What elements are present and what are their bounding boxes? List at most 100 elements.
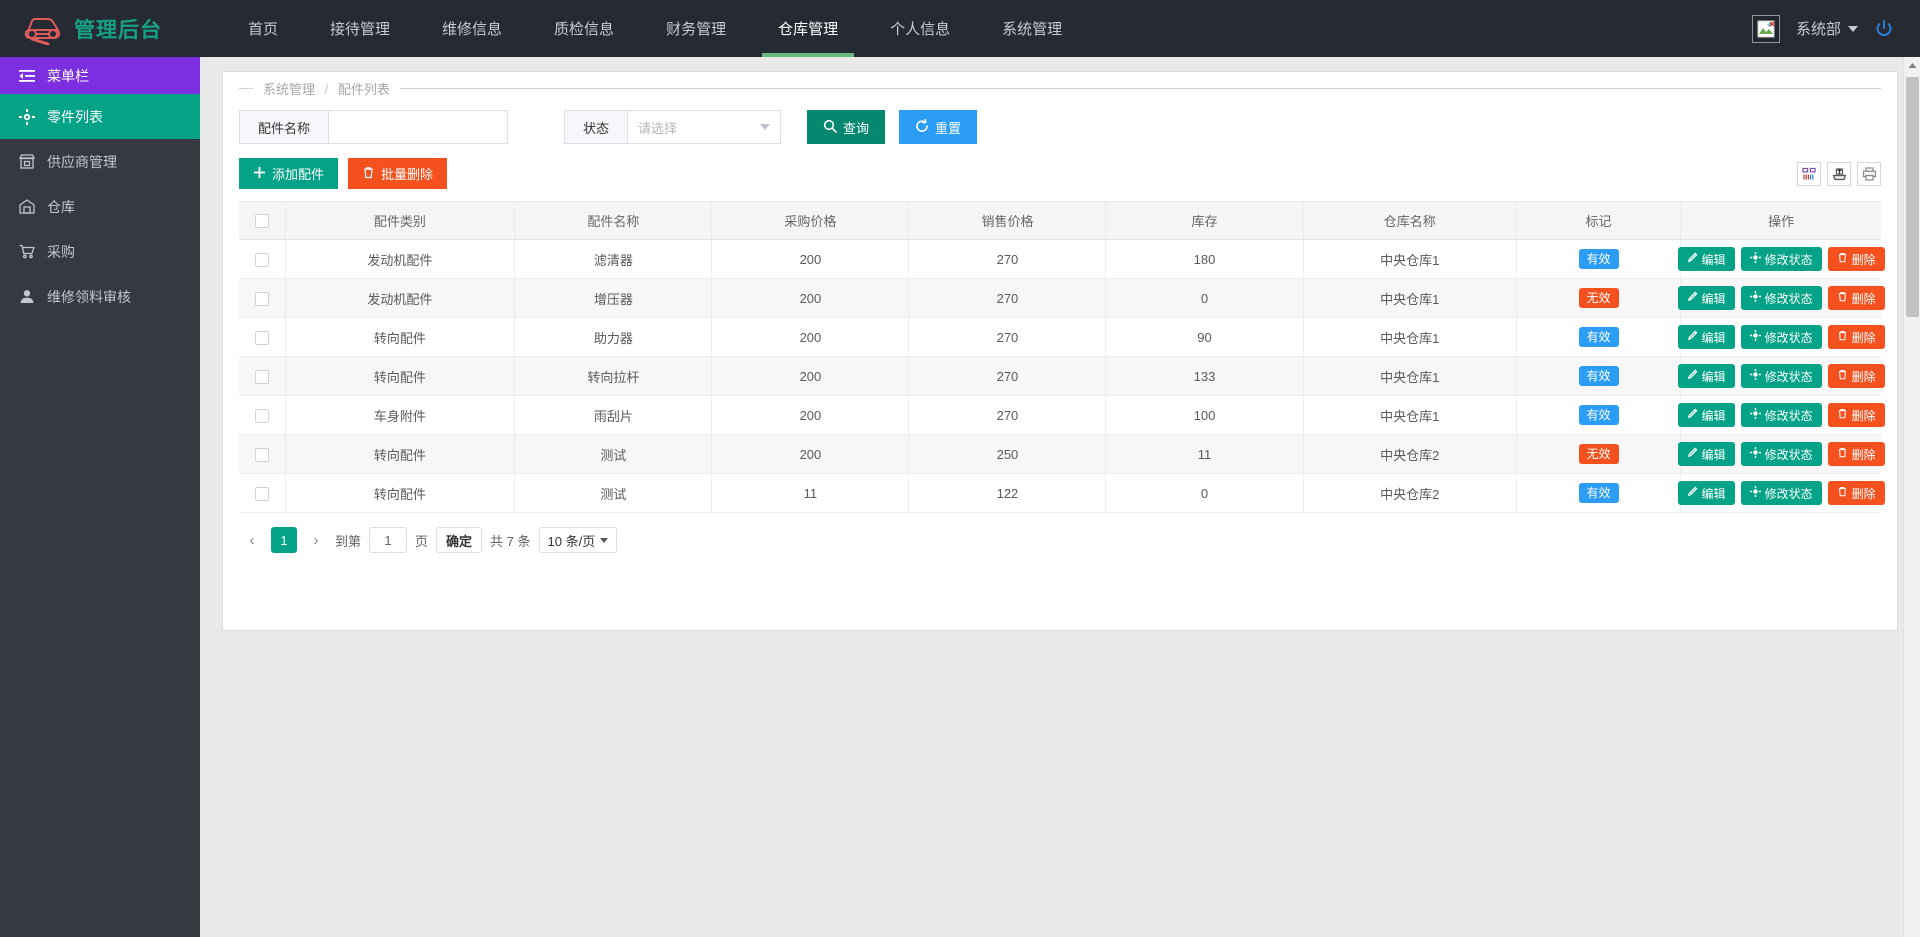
delete-button-label: 删除 xyxy=(1851,447,1876,462)
gear-icon xyxy=(1749,330,1761,344)
sidebar-header-menu[interactable]: 菜单栏 xyxy=(0,57,200,94)
edit-button[interactable]: 编辑 xyxy=(1677,442,1735,466)
change-status-button[interactable]: 修改状态 xyxy=(1740,286,1822,310)
cell-actions: 编辑 修改状态 删除 xyxy=(1677,317,1885,357)
nav-item-profile[interactable]: 个人信息 xyxy=(864,0,976,57)
row-select-cell xyxy=(239,239,285,279)
row-checkbox[interactable] xyxy=(254,252,269,267)
edit-button[interactable]: 编辑 xyxy=(1677,403,1735,427)
sidebar-item-supplier[interactable]: 供应商管理 xyxy=(0,139,200,184)
nav-item-reception[interactable]: 接待管理 xyxy=(304,0,416,57)
cell-sale-price: 270 xyxy=(908,278,1106,318)
delete-button[interactable]: 删除 xyxy=(1827,442,1885,466)
delete-button[interactable]: 删除 xyxy=(1827,325,1885,349)
delete-button[interactable]: 删除 xyxy=(1827,481,1885,505)
change-status-button[interactable]: 修改状态 xyxy=(1740,325,1822,349)
page-number-1[interactable]: 1 xyxy=(271,527,297,553)
edit-button-label: 编辑 xyxy=(1701,252,1726,267)
row-checkbox[interactable] xyxy=(254,408,269,423)
edit-button[interactable]: 编辑 xyxy=(1677,364,1735,388)
sidebar-item-warehouse[interactable]: 仓库 xyxy=(0,184,200,229)
logout-button[interactable] xyxy=(1874,19,1894,39)
breadcrumb-parent[interactable]: 系统管理 xyxy=(263,82,315,97)
gear-icon xyxy=(1749,252,1761,266)
sidebar-item-purchase[interactable]: 采购 xyxy=(0,229,200,274)
breadcrumb-separator: / xyxy=(324,81,329,97)
change-status-button[interactable]: 修改状态 xyxy=(1740,403,1822,427)
part-name-input[interactable] xyxy=(329,111,508,143)
add-part-label: 添加配件 xyxy=(272,167,325,182)
row-select-cell xyxy=(239,434,285,474)
change-status-button[interactable]: 修改状态 xyxy=(1740,247,1822,271)
nav-item-home[interactable]: 首页 xyxy=(222,0,304,57)
row-checkbox[interactable] xyxy=(254,486,269,501)
reset-button[interactable]: 重置 xyxy=(899,110,978,144)
cell-stock: 133 xyxy=(1105,356,1303,396)
edit-button[interactable]: 编辑 xyxy=(1677,481,1735,505)
main-content: 系统管理 / 配件列表 配件名称 状态 请选择 查询 重置 添加配件 批量删除 … xyxy=(200,57,1920,937)
page-size-select[interactable]: 10 条/页 xyxy=(538,527,618,553)
sidebar-item-parts-list[interactable]: 零件列表 xyxy=(0,94,200,139)
columns-icon[interactable] xyxy=(1797,161,1821,186)
nav-item-quality[interactable]: 质检信息 xyxy=(528,0,640,57)
nav-item-repair[interactable]: 维修信息 xyxy=(416,0,528,57)
cell-name: 转向拉杆 xyxy=(514,356,712,396)
delete-button[interactable]: 删除 xyxy=(1827,364,1885,388)
change-status-label: 修改状态 xyxy=(1764,291,1813,306)
cell-stock: 100 xyxy=(1105,395,1303,435)
chevron-left-icon[interactable]: ‹ xyxy=(241,527,263,553)
row-checkbox[interactable] xyxy=(254,369,269,384)
status-select[interactable]: 请选择 xyxy=(628,111,780,143)
vertical-scrollbar[interactable] xyxy=(1903,57,1920,937)
change-status-button[interactable]: 修改状态 xyxy=(1740,442,1822,466)
row-checkbox[interactable] xyxy=(254,291,269,306)
nav-item-system[interactable]: 系统管理 xyxy=(976,0,1088,57)
sidebar-item-label: 供应商管理 xyxy=(47,153,117,170)
change-status-button[interactable]: 修改状态 xyxy=(1740,481,1822,505)
table-tools xyxy=(1797,161,1881,186)
add-part-button[interactable]: 添加配件 xyxy=(239,158,339,189)
cell-tag: 有效 xyxy=(1515,239,1681,279)
query-button[interactable]: 查询 xyxy=(807,110,886,144)
cell-name: 助力器 xyxy=(514,317,712,357)
goto-page-input[interactable] xyxy=(369,527,408,553)
goto-confirm-button[interactable]: 确定 xyxy=(436,527,483,553)
col-warehouse: 仓库名称 xyxy=(1302,201,1517,240)
avatar[interactable] xyxy=(1751,14,1780,43)
search-icon xyxy=(823,119,837,136)
menu-collapse-icon xyxy=(18,67,35,84)
user-menu[interactable]: 系统部 xyxy=(1796,18,1858,39)
brand[interactable]: 管理后台 xyxy=(0,13,200,45)
table-head: 配件类别 配件名称 采购价格 销售价格 库存 仓库名称 标记 操作 xyxy=(239,201,1881,240)
parts-table: 配件类别 配件名称 采购价格 销售价格 库存 仓库名称 标记 操作 发动机配件滤… xyxy=(239,201,1885,513)
scroll-up-icon[interactable] xyxy=(1904,57,1920,74)
delete-button[interactable]: 删除 xyxy=(1827,286,1885,310)
edit-button[interactable]: 编辑 xyxy=(1677,247,1735,271)
cell-category: 转向配件 xyxy=(284,356,515,396)
delete-button[interactable]: 删除 xyxy=(1827,403,1885,427)
change-status-button[interactable]: 修改状态 xyxy=(1740,364,1822,388)
trash-icon xyxy=(1837,447,1848,461)
status-badge: 有效 xyxy=(1578,249,1619,269)
print-icon[interactable] xyxy=(1857,161,1881,186)
row-checkbox[interactable] xyxy=(254,447,269,462)
cell-sale-price: 122 xyxy=(908,473,1106,513)
gear-icon xyxy=(1749,408,1761,422)
scrollbar-thumb[interactable] xyxy=(1906,77,1919,317)
cell-category: 转向配件 xyxy=(284,473,515,513)
nav-item-finance[interactable]: 财务管理 xyxy=(640,0,752,57)
delete-button-label: 删除 xyxy=(1851,369,1876,384)
chevron-right-icon[interactable]: › xyxy=(305,527,327,553)
batch-delete-button[interactable]: 批量删除 xyxy=(348,158,448,189)
row-checkbox[interactable] xyxy=(254,330,269,345)
edit-button[interactable]: 编辑 xyxy=(1677,325,1735,349)
col-sale-price: 销售价格 xyxy=(908,201,1106,240)
cell-sale-price: 270 xyxy=(908,317,1106,357)
col-tag: 标记 xyxy=(1515,201,1681,240)
select-all-checkbox[interactable] xyxy=(254,214,269,229)
export-icon[interactable] xyxy=(1827,161,1851,186)
edit-button[interactable]: 编辑 xyxy=(1677,286,1735,310)
sidebar-item-material-review[interactable]: 维修领料审核 xyxy=(0,274,200,319)
nav-item-warehouse[interactable]: 仓库管理 xyxy=(752,0,864,57)
delete-button[interactable]: 删除 xyxy=(1827,247,1885,271)
